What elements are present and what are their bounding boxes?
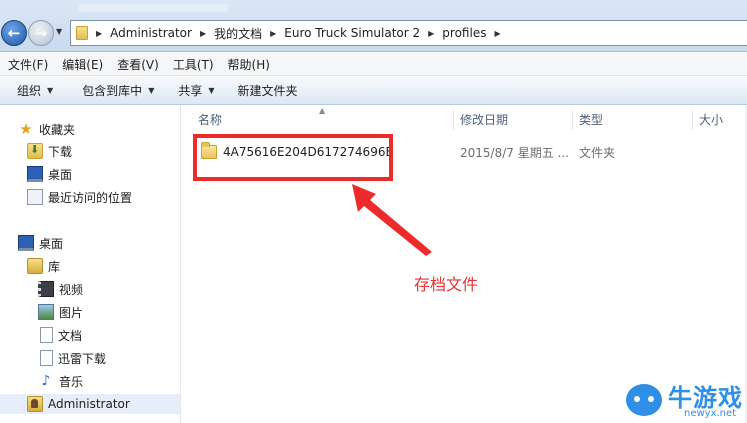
nav-favorites-label: 收藏夹 bbox=[39, 122, 76, 137]
nav-administrator[interactable]: Administrator bbox=[0, 394, 180, 414]
breadcrumb-my-documents[interactable]: 我的文档 bbox=[214, 25, 262, 42]
nav-desktop-favorite[interactable]: 桌面 bbox=[27, 164, 72, 184]
nav-downloads-label: 下载 bbox=[48, 144, 73, 159]
library-icon bbox=[27, 258, 43, 274]
nav-recent-places[interactable]: 最近访问的位置 bbox=[27, 187, 132, 207]
nav-recent-label: 最近访问的位置 bbox=[48, 190, 133, 205]
address-bar[interactable]: ▶ Administrator ▶ 我的文档 ▶ Euro Truck Simu… bbox=[70, 20, 747, 46]
chevron-right-icon[interactable]: ▶ bbox=[96, 29, 102, 38]
organize-button[interactable]: 组织 ▼ bbox=[17, 82, 53, 99]
document-library-icon bbox=[40, 327, 53, 343]
star-icon: ★ bbox=[19, 120, 33, 138]
nav-videos[interactable]: 视频 bbox=[38, 279, 83, 299]
file-type: 文件夹 bbox=[579, 145, 616, 160]
thunder-download-icon bbox=[40, 350, 53, 366]
user-folder-icon bbox=[27, 396, 43, 412]
annotation-highlight-box bbox=[193, 134, 393, 181]
command-bar: 组织 ▼ 包含到库中 ▼ 共享 ▼ 新建文件夹 bbox=[0, 77, 747, 105]
menu-help[interactable]: 帮助(H) bbox=[221, 56, 277, 73]
window-title-ghost bbox=[78, 4, 228, 12]
music-note-icon: ♪ bbox=[41, 373, 51, 389]
desktop-icon bbox=[27, 166, 43, 182]
include-library-label: 包含到库中 bbox=[82, 84, 143, 98]
nav-videos-label: 视频 bbox=[59, 282, 84, 297]
menu-tools[interactable]: 工具(T) bbox=[166, 56, 221, 73]
annotation-label: 存档文件 bbox=[414, 275, 479, 294]
forward-button[interactable]: → bbox=[28, 20, 54, 46]
history-dropdown-icon[interactable]: ▼ bbox=[56, 27, 62, 36]
share-label: 共享 bbox=[178, 84, 203, 98]
nav-favorites[interactable]: ★ 收藏夹 bbox=[18, 119, 75, 139]
site-watermark: 牛游戏 newyx.net bbox=[620, 376, 745, 423]
include-library-button[interactable]: 包含到库中 ▼ bbox=[82, 82, 154, 99]
column-header-row: ▲ 名称 修改日期 类型 大小 bbox=[182, 106, 747, 132]
column-type[interactable]: 类型 bbox=[573, 106, 691, 132]
watermark-url: newyx.net bbox=[684, 408, 737, 419]
menu-file[interactable]: 文件(F) bbox=[0, 56, 55, 73]
organize-label: 组织 bbox=[17, 84, 42, 98]
chevron-right-icon[interactable]: ▶ bbox=[428, 29, 434, 38]
nav-documents-label: 文档 bbox=[58, 328, 83, 343]
breadcrumb-profiles[interactable]: profiles bbox=[442, 26, 486, 40]
nav-pictures-label: 图片 bbox=[59, 305, 84, 320]
share-button[interactable]: 共享 ▼ bbox=[178, 82, 214, 99]
nav-desktop-favorite-label: 桌面 bbox=[48, 167, 73, 182]
address-toolbar: ← → ▼ ▶ Administrator ▶ 我的文档 ▶ Euro Truc… bbox=[0, 0, 747, 52]
chevron-right-icon[interactable]: ▶ bbox=[200, 29, 206, 38]
arrow-right-icon: → bbox=[34, 24, 48, 42]
caret-down-icon: ▼ bbox=[208, 86, 215, 95]
navigation-pane: ★ 收藏夹 下载 桌面 最近访问的位置 桌面 库 视频 图片 文档 迅雷下载 ♪… bbox=[0, 106, 181, 423]
nav-libraries-label: 库 bbox=[48, 259, 61, 274]
chevron-right-icon[interactable]: ▶ bbox=[270, 29, 276, 38]
caret-down-icon: ▼ bbox=[148, 86, 155, 95]
nav-documents[interactable]: 文档 bbox=[38, 325, 82, 345]
breadcrumb-administrator[interactable]: Administrator bbox=[110, 26, 192, 40]
menu-bar: 文件(F) 编辑(E) 查看(V) 工具(T) 帮助(H) bbox=[0, 53, 747, 76]
column-name[interactable]: 名称 bbox=[192, 106, 452, 132]
file-modified: 2015/8/7 星期五 ... bbox=[460, 145, 569, 160]
nav-pictures[interactable]: 图片 bbox=[38, 302, 83, 322]
caret-down-icon: ▼ bbox=[47, 86, 54, 95]
nav-thunder-downloads[interactable]: 迅雷下载 bbox=[38, 348, 106, 368]
menu-view[interactable]: 查看(V) bbox=[110, 56, 166, 73]
desktop-icon bbox=[18, 235, 34, 251]
mascot-logo-icon bbox=[624, 382, 664, 418]
column-size[interactable]: 大小 bbox=[693, 106, 747, 132]
nav-desktop-label: 桌面 bbox=[39, 236, 64, 251]
annotation-arrow bbox=[352, 184, 432, 256]
breadcrumb-euro-truck[interactable]: Euro Truck Simulator 2 bbox=[284, 26, 420, 40]
arrow-left-icon: ← bbox=[7, 24, 21, 42]
picture-library-icon bbox=[38, 304, 54, 320]
nav-music-label: 音乐 bbox=[59, 374, 84, 389]
column-modified[interactable]: 修改日期 bbox=[454, 106, 572, 132]
recent-places-icon bbox=[27, 189, 43, 205]
download-folder-icon bbox=[27, 143, 43, 159]
chevron-right-icon[interactable]: ▶ bbox=[494, 29, 500, 38]
nav-downloads[interactable]: 下载 bbox=[27, 141, 72, 161]
folder-icon bbox=[76, 26, 88, 40]
new-folder-button[interactable]: 新建文件夹 bbox=[238, 82, 298, 99]
nav-administrator-label: Administrator bbox=[48, 397, 130, 411]
nav-music[interactable]: ♪ 音乐 bbox=[38, 371, 83, 391]
back-button[interactable]: ← bbox=[1, 20, 27, 46]
nav-thunder-label: 迅雷下载 bbox=[58, 351, 107, 366]
video-library-icon bbox=[38, 281, 54, 297]
nav-desktop[interactable]: 桌面 bbox=[18, 233, 63, 253]
menu-edit[interactable]: 编辑(E) bbox=[55, 56, 110, 73]
nav-libraries[interactable]: 库 bbox=[27, 256, 60, 276]
